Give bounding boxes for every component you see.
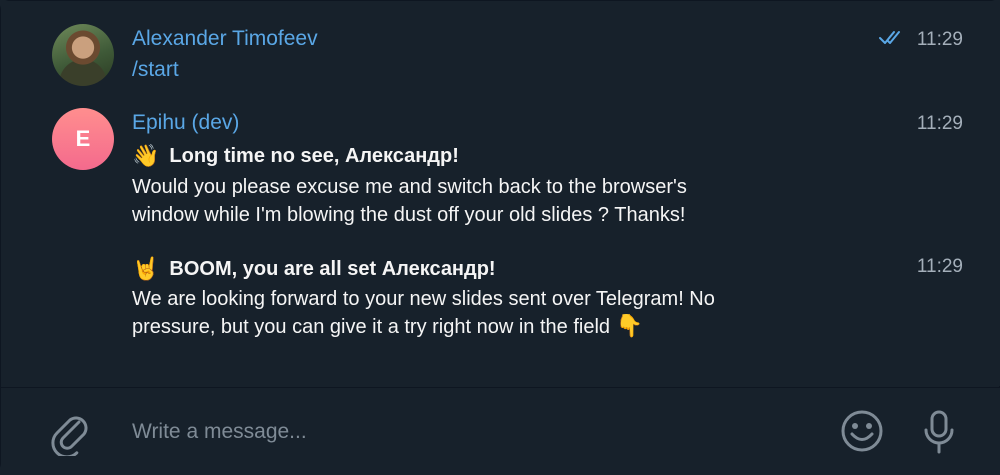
message-input[interactable]: Write a message...: [132, 420, 307, 444]
message-line-text: pressure, but you can give it a try righ…: [132, 316, 611, 338]
message-line: window while I'm blowing the dust off yo…: [132, 204, 686, 226]
avatar[interactable]: [52, 24, 114, 86]
message-time: 11:29: [916, 256, 963, 277]
message-line: We are looking forward to your new slide…: [132, 288, 715, 310]
message-title: 🤘 BOOM, you are all set Александр!: [132, 257, 496, 282]
message-line: Would you please excuse me and switch ba…: [132, 176, 687, 198]
paperclip-icon[interactable]: [49, 408, 89, 456]
message-sender[interactable]: Epihu (dev): [132, 111, 239, 135]
message-time: 11:29: [916, 29, 963, 50]
message-time: 11:29: [916, 113, 963, 134]
message-title-text: BOOM, you are all set Александр!: [169, 258, 496, 280]
pointing-down-emoji-icon: 👇: [615, 314, 643, 339]
message-title-text: Long time no see, Александр!: [169, 145, 459, 167]
chat-window: Alexander Timofeev /start 11:29 E Epihu …: [0, 0, 1000, 475]
avatar[interactable]: E: [52, 108, 114, 170]
message-line: pressure, but you can give it a try righ…: [132, 313, 852, 341]
avatar-letter: E: [75, 126, 91, 151]
message-title: 👋 Long time no see, Александр!: [132, 144, 459, 169]
message-composer: Write a message...: [1, 387, 1000, 475]
message-body: Would you please excuse me and switch ba…: [132, 173, 852, 229]
message-sender[interactable]: Alexander Timofeev: [132, 27, 318, 51]
read-checkmarks-icon: [879, 31, 900, 44]
microphone-icon[interactable]: [919, 408, 959, 456]
message-history[interactable]: Alexander Timofeev /start 11:29 E Epihu …: [1, 1, 1000, 386]
emoji-icon[interactable]: [839, 408, 885, 454]
message-body: We are looking forward to your new slide…: [132, 285, 852, 341]
rock-hand-emoji-icon: 🤘: [132, 257, 160, 282]
waving-hand-emoji-icon: 👋: [132, 144, 160, 169]
message-text-command[interactable]: /start: [132, 58, 179, 82]
